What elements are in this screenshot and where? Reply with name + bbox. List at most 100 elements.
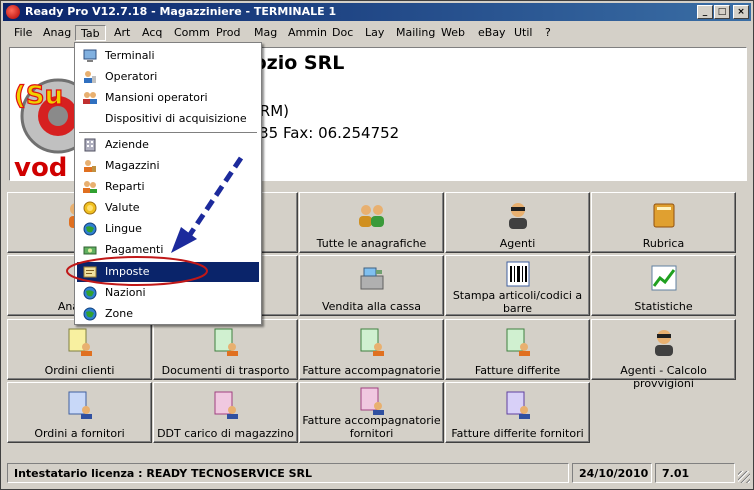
menu-ebay[interactable]: eBay	[473, 25, 511, 41]
operator-roles-icon	[83, 92, 97, 104]
department-icon	[83, 181, 97, 193]
tile-agenti[interactable]: Agenti	[445, 192, 590, 253]
menu-item-label: Aziende	[105, 138, 149, 151]
tile-label-line2: fornitori	[349, 427, 394, 440]
menu-item-label: Mansioni operatori	[105, 91, 208, 104]
tile-label: Agenti	[499, 237, 536, 250]
menu-acq[interactable]: Acq	[137, 25, 167, 41]
tile-rubrica[interactable]: Rubrica	[591, 192, 736, 253]
tile-stampa-articoli[interactable]: Stampa articoli/codici a barre	[445, 255, 590, 316]
tile-label: Tutte le anagrafiche	[316, 237, 427, 250]
menu-lay[interactable]: Lay	[360, 25, 389, 41]
menu-item-zone[interactable]: Zone	[77, 304, 259, 324]
status-date: 24/10/2010	[572, 463, 652, 483]
menu-item-aziende[interactable]: Aziende	[77, 135, 259, 155]
app-icon[interactable]	[6, 5, 20, 19]
people-group-icon	[358, 205, 384, 227]
tile-label-line1: Stampa articoli/codici a	[452, 289, 583, 302]
company-phone-fax: 5635 Fax: 06.254752	[240, 124, 400, 142]
tile-label: DDT carico di magazzino	[157, 427, 294, 440]
tile-tutte-anagrafiche[interactable]: Tutte le anagrafiche	[299, 192, 444, 253]
menu-item-label: Reparti	[105, 180, 145, 193]
menu-anag[interactable]: Anag	[38, 25, 76, 41]
tile-fatture-differite-fornitori[interactable]: Fatture differite fornitori	[445, 382, 590, 443]
globe-icon	[83, 307, 97, 321]
maximize-button[interactable]: □	[714, 5, 730, 19]
tile-label-line1: Fatture accompagnatorie	[302, 414, 441, 427]
warehouse-icon	[84, 160, 96, 172]
globe-icon	[83, 286, 97, 300]
menu-item-reparti[interactable]: Reparti	[77, 177, 259, 197]
menu-item-dispositivi-acquisizione[interactable]: Dispositivi di acquisizione	[77, 109, 259, 129]
tile-label: Fatture differite fornitori	[451, 427, 584, 440]
agent-icon	[654, 330, 673, 356]
resize-grip-icon[interactable]	[738, 471, 750, 483]
menu-item-label: Lingue	[105, 222, 142, 235]
tile-statistiche[interactable]: Statistiche	[591, 255, 736, 316]
menu-item-magazzini[interactable]: Magazzini	[77, 156, 259, 176]
document-people-icon	[214, 328, 238, 356]
tile-fatture-differite[interactable]: Fatture differite	[445, 319, 590, 380]
cash-register-icon	[360, 267, 383, 290]
tile-documenti-trasporto[interactable]: Documenti di trasporto	[153, 319, 298, 380]
tab-dropdown-menu: Terminali Operatori Mansioni operatori D…	[74, 42, 262, 325]
minimize-button[interactable]: _	[697, 5, 713, 19]
menu-prod[interactable]: Prod	[211, 25, 245, 41]
menu-file[interactable]: File	[9, 25, 37, 41]
menu-item-label: Magazzini	[105, 159, 160, 172]
window-title: Ready Pro V12.7.18 - Magazziniere - TERM…	[25, 5, 337, 18]
menu-item-mansioni-operatori[interactable]: Mansioni operatori	[77, 88, 259, 108]
menu-item-operatori[interactable]: Operatori	[77, 67, 259, 87]
app-window: Ready Pro V12.7.18 - Magazziniere - TERM…	[0, 0, 754, 490]
tile-ddt-carico[interactable]: DDT carico di magazzino	[153, 382, 298, 443]
tile-ordini-fornitori[interactable]: Ordini a fornitori	[7, 382, 152, 443]
tile-label: Fatture differite	[474, 364, 561, 377]
tile-agenti-provvigioni[interactable]: Agenti - Calcolo provvigioni	[591, 319, 736, 390]
menu-item-pagamenti[interactable]: Pagamenti	[77, 240, 259, 260]
menu-web[interactable]: Web	[436, 25, 470, 41]
menu-item-label: Pagamenti	[105, 243, 164, 256]
agent-icon	[508, 203, 527, 229]
document-people-icon	[68, 391, 92, 419]
document-people-icon	[506, 328, 530, 356]
title-bar[interactable]: Ready Pro V12.7.18 - Magazziniere - TERM…	[3, 3, 751, 21]
globe-icon	[83, 222, 97, 236]
menu-ammin[interactable]: Ammin	[283, 25, 332, 41]
menu-item-valute[interactable]: Valute	[77, 198, 259, 218]
menu-mag[interactable]: Mag	[249, 25, 282, 41]
tile-label: Fatture accompagnatorie	[302, 364, 441, 377]
operator-icon	[84, 71, 96, 83]
tile-ordini-clienti[interactable]: Ordini clienti	[7, 319, 152, 380]
building-icon	[84, 138, 96, 152]
statistics-icon	[651, 265, 676, 291]
status-version: 7.01	[655, 463, 735, 483]
menu-item-imposte[interactable]: Imposte	[77, 262, 259, 282]
menu-tab[interactable]: Tab	[75, 25, 106, 41]
tax-icon	[83, 266, 97, 278]
tile-fatture-accompagnatorie-fornitori[interactable]: Fatture accompagnatorie fornitori	[299, 382, 444, 443]
payment-icon	[83, 246, 97, 255]
menu-mailing[interactable]: Mailing	[391, 25, 440, 41]
menu-comm[interactable]: Comm	[169, 25, 215, 41]
document-people-icon	[506, 391, 530, 419]
menu-help[interactable]: ?	[540, 25, 556, 41]
menu-art[interactable]: Art	[109, 25, 135, 41]
menu-item-nazioni[interactable]: Nazioni	[77, 283, 259, 303]
terminal-icon	[83, 49, 97, 62]
menu-bar: File Anag Tab Art Acq Comm Prod Mag Ammi…	[3, 22, 751, 42]
logo-text-bottom: vod	[14, 153, 67, 178]
menu-item-lingue[interactable]: Lingue	[77, 219, 259, 239]
menu-doc[interactable]: Doc	[327, 25, 358, 41]
document-people-icon	[360, 387, 384, 415]
menu-item-label: Terminali	[105, 49, 155, 62]
tile-label: Ordini clienti	[44, 364, 115, 377]
logo-text-top: (Su	[14, 81, 63, 111]
menu-item-terminali[interactable]: Terminali	[77, 46, 259, 66]
menu-item-label: Nazioni	[105, 286, 146, 299]
menu-util[interactable]: Util	[509, 25, 537, 41]
tile-vendita-cassa[interactable]: Vendita alla cassa	[299, 255, 444, 316]
tile-fatture-accompagnatorie[interactable]: Fatture accompagnatorie	[299, 319, 444, 380]
close-button[interactable]: ×	[733, 5, 749, 19]
menu-item-label: Imposte	[105, 265, 150, 278]
tile-label: Vendita alla cassa	[321, 300, 422, 313]
